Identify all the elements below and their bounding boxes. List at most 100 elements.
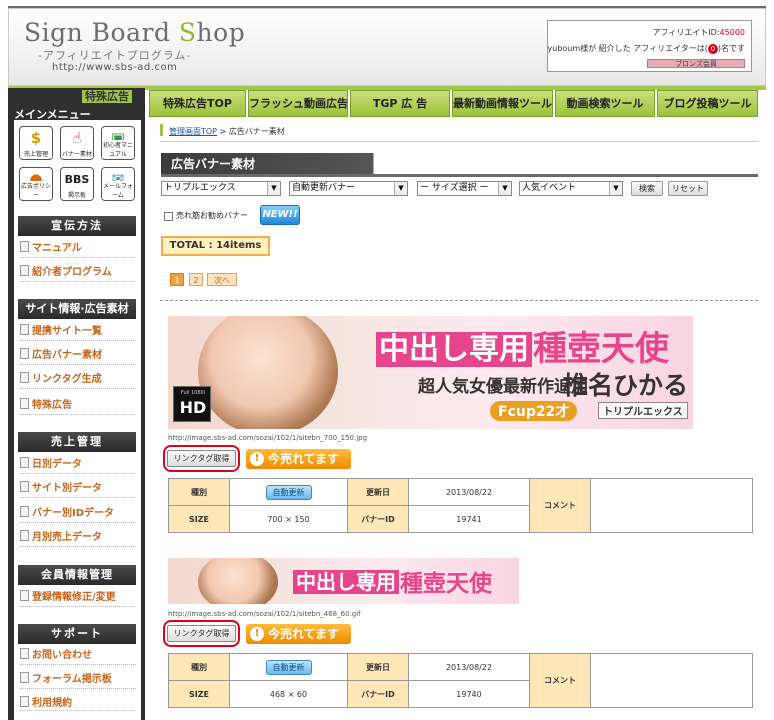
- tab-video-search-tool[interactable]: 動画検索ツール: [555, 90, 655, 117]
- affiliate-info-box: アフィリエイトID:45000 yuboum様が 紹介した アフィリエイターは(…: [547, 20, 752, 72]
- sidebar-item-edit-registration[interactable]: 登録情報修正/変更: [20, 589, 136, 607]
- sidebar-item-referral-program[interactable]: 紹介者プログラム: [20, 264, 136, 282]
- sidebar-item-forum[interactable]: フォーラム掲示板: [20, 671, 136, 689]
- banner-cup-text: Fcup22才: [490, 401, 578, 421]
- bullet-icon: [20, 398, 29, 409]
- sidebar-item-banner-id-data[interactable]: バナー別IDデータ: [20, 505, 136, 523]
- bullet-icon: [20, 372, 29, 383]
- banner-url: http://image.sbs-ad.com/sozai/102/1/site…: [168, 434, 368, 442]
- beginner-manual-icon-button[interactable]: ▣ 初心者マニュアル: [101, 126, 135, 160]
- page-1-link[interactable]: 1: [170, 273, 184, 286]
- banner-material-icon-button[interactable]: ☝ バナー素材: [60, 126, 94, 160]
- tab-special-ad-top[interactable]: 特殊広告TOP: [149, 90, 246, 117]
- bullet-icon: [20, 457, 29, 468]
- affiliate-id: アフィリエイトID:45000: [652, 28, 745, 37]
- get-link-tag-button[interactable]: リンクタグ取得: [167, 450, 236, 467]
- best-seller-checkbox-label: 売れ筋お勧めバナー: [176, 211, 248, 220]
- referral-count-text: yuboum様が 紹介した アフィリエイターは(0)名です: [547, 44, 745, 54]
- sidebar-item-link-tag-generator[interactable]: リンクタグ生成: [20, 371, 136, 389]
- breadcrumb-home-link[interactable]: 管理画面TOP: [169, 127, 217, 136]
- banner-name-text: 椎名ひかる: [563, 371, 689, 400]
- chevron-down-icon: ▼: [609, 182, 622, 195]
- banner-type-select[interactable]: 自動更新バナー ▼: [289, 181, 408, 196]
- sidebar-item-monthly-sales[interactable]: 月別売上データ: [20, 529, 136, 547]
- logo-subtitle: -アフィリエイトプログラム-: [38, 49, 192, 62]
- banner-brand-text: トリプルエックス: [598, 402, 688, 419]
- comment-cell: [590, 653, 753, 708]
- ad-policy-icon-button[interactable]: ● 広告ポリシー: [19, 167, 53, 201]
- selling-now-badge: ! 今売れてます: [246, 449, 351, 469]
- tab-tgp-ad[interactable]: TGP 広 告: [350, 90, 450, 117]
- model-photo: [198, 558, 278, 604]
- member-rank-badge: ブロンズ会員: [647, 59, 745, 68]
- next-page-link[interactable]: 次へ: [207, 273, 237, 286]
- dollar-icon: $: [30, 129, 42, 147]
- tab-latest-video-tool[interactable]: 最新動画情報ツール: [452, 90, 553, 117]
- total-count: TOTAL : 14items: [161, 236, 270, 256]
- new-badge: NEW!!: [260, 205, 300, 225]
- chevron-down-icon: ▼: [394, 182, 407, 195]
- sidebar-item-partner-sites[interactable]: 提携サイト一覧: [20, 323, 136, 341]
- banner-url: http://image.sbs-ad.com/sozai/102/1/site…: [168, 610, 361, 618]
- mail-form-icon-button[interactable]: ✉ メールフォーム: [101, 167, 135, 201]
- bullet-icon: [20, 506, 29, 517]
- bullet-icon: [20, 696, 29, 707]
- bullet-icon: [20, 241, 29, 252]
- search-button[interactable]: 検索: [631, 181, 663, 196]
- tab-blog-post-tool[interactable]: ブログ投稿ツール: [657, 90, 758, 117]
- sidebar-section-support: サポート: [18, 624, 136, 644]
- best-seller-checkbox[interactable]: [164, 212, 173, 221]
- reset-button[interactable]: リセット: [668, 181, 708, 196]
- sidebar-item-daily-data[interactable]: 日別データ: [20, 456, 136, 474]
- sales-management-icon-button[interactable]: $ 売上管理: [19, 126, 53, 160]
- banner-700x150-image: Full 1080i HD 中出し専用 種壺天使 超人気女優最新作追加 椎名ひか…: [168, 316, 693, 429]
- bullet-icon: [20, 530, 29, 541]
- bullet-icon: [20, 481, 29, 492]
- selling-now-badge: ! 今売れてます: [246, 624, 351, 644]
- site-select[interactable]: トリプルエックス ▼: [161, 181, 281, 196]
- sidebar-section-member-info: 会員情報管理: [18, 565, 136, 585]
- tab-flash-video-ad[interactable]: フラッシュ動画広告: [248, 90, 348, 117]
- bullet-icon: [20, 648, 29, 659]
- banner-main-text: 中出し専用: [293, 566, 399, 595]
- bullet-icon: [20, 348, 29, 359]
- chevron-down-icon: ▼: [498, 182, 511, 195]
- banner-info-table: 種別 自動更新 更新日 2013/08/22 コメント SIZE 700 × 1…: [168, 478, 753, 533]
- page-title-underline: [161, 174, 758, 177]
- hand-pointer-icon: ☝: [72, 129, 82, 147]
- size-select[interactable]: ー サイズ選択 ー ▼: [417, 181, 512, 196]
- sidebar-section-sales: 売上管理: [18, 432, 136, 452]
- sidebar-item-special-ads[interactable]: 特殊広告: [20, 397, 136, 415]
- site-logo[interactable]: Sign Board Shop: [24, 18, 245, 47]
- sidebar-item-ad-banners[interactable]: 広告バナー素材: [20, 347, 136, 365]
- bbs-icon-button[interactable]: BBS 掲示板: [60, 167, 94, 201]
- auto-update-tag: 自動更新: [265, 659, 312, 675]
- banner-468x60-image: 中出し専用 種壺天使: [168, 558, 519, 604]
- exclamation-icon: !: [250, 627, 264, 641]
- sidebar-item-contact[interactable]: お問い合わせ: [20, 647, 136, 665]
- sidebar-item-terms[interactable]: 利用規約: [20, 695, 136, 711]
- comment-cell: [590, 478, 753, 533]
- chevron-down-icon: ▼: [267, 182, 280, 195]
- auto-update-tag: 自動更新: [265, 484, 312, 500]
- model-photo: [198, 316, 338, 429]
- breadcrumb-current: 広告バナー素材: [228, 127, 285, 136]
- bullet-icon: [20, 590, 29, 601]
- sidebar-item-site-data[interactable]: サイト別データ: [20, 480, 136, 498]
- sidebar-item-manual[interactable]: マニュアル: [20, 240, 136, 258]
- bullet-icon: [20, 324, 29, 335]
- section-divider: [160, 300, 758, 301]
- bbs-icon: BBS: [64, 173, 90, 186]
- sidebar-special-ad-label: 特殊広告: [82, 90, 132, 103]
- page-2-link[interactable]: 2: [189, 273, 203, 286]
- get-link-tag-button[interactable]: リンクタグ取得: [167, 625, 236, 642]
- logo-url: http://www.sbs-ad.com: [52, 62, 178, 73]
- event-select[interactable]: 人気イベント ▼: [519, 181, 623, 196]
- sidebar-section-site-info: サイト情報·広告素材: [18, 299, 136, 319]
- banner-title-text: 種壺天使: [400, 571, 492, 597]
- banner-info-table: 種別 自動更新 更新日 2013/08/22 コメント SIZE 468 × 6…: [168, 653, 753, 708]
- sidebar-section-promotion: 宣伝方法: [18, 216, 136, 236]
- breadcrumb: 管理画面TOP > 広告バナー素材: [160, 122, 758, 142]
- full-hd-badge: Full 1080i HD: [173, 386, 211, 422]
- banner-main-text: 中出し専用: [376, 324, 532, 368]
